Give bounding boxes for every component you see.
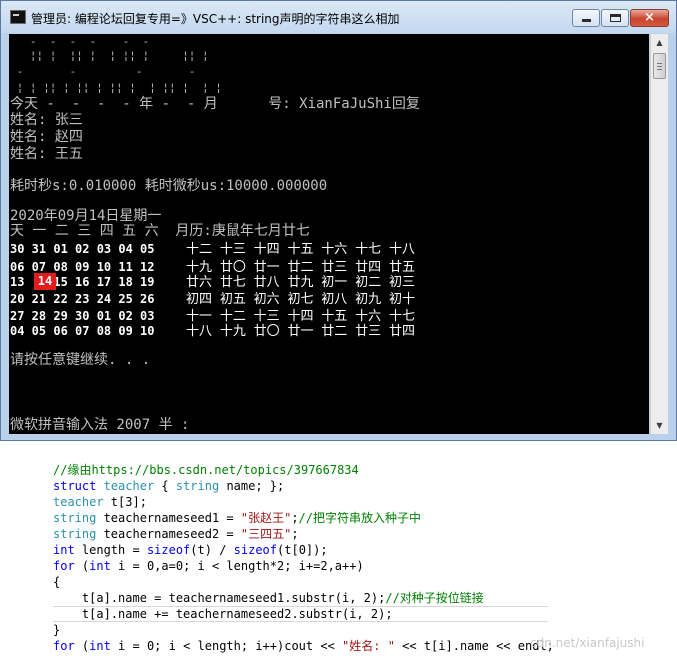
name-line: 姓名: 赵四	[10, 129, 83, 145]
banner-line: ¦¦ ¦ ¦¦ ¦ ¦ ¦¦ ¦ ¦¦ ¦	[10, 49, 209, 62]
close-icon: ×	[644, 10, 655, 25]
scroll-down-icon[interactable]: ▼	[651, 417, 668, 434]
console-window: 管理员: 编程论坛回复专用=》VSC++: string声明的字符串这么相加 ×…	[0, 0, 677, 441]
code-for-cout-line: for (int i = 0; i < length; i++)cout << …	[53, 639, 554, 653]
code-struct-line: struct teacher { string name; };	[53, 479, 285, 493]
timing-line: 耗时秒s:0.010000 耗时微秒us:10000.000000	[10, 178, 328, 194]
console-app-icon[interactable]	[10, 10, 26, 24]
minimize-button[interactable]	[572, 9, 600, 27]
banner-line: ¦ ¦ ¦¦ ¦ ¦¦ ¦ ¦¦ ¦ ¦ ¦¦ ¦ ¦ ¦	[10, 81, 222, 94]
press-any-key-prompt: 请按任意键继续. . .	[10, 352, 151, 368]
vertical-scrollbar[interactable]: ▲ ▼	[650, 34, 668, 434]
name-line: 姓名: 王五	[10, 146, 83, 162]
banner-line: - - - - - -	[10, 35, 150, 48]
calendar-row: 04 05 06 07 08 09 10	[10, 324, 155, 338]
calendar-lunar-row: 十八 十九 廿〇 廿一 廿二 廿三 廿四	[186, 324, 415, 339]
code-for-line: for (int i = 0,a=0; i < length*2; i+=2,a…	[53, 559, 364, 573]
code-seed2-line: string teachernameseed2 = "三四五";	[53, 527, 299, 541]
maximize-button[interactable]	[601, 9, 629, 27]
today-highlight: 14	[34, 273, 56, 290]
banner-line: - - - -	[10, 65, 196, 78]
calendar-lunar-row: 十二 十三 十四 十五 十六 十七 十八	[186, 242, 415, 257]
title-bar[interactable]: 管理员: 编程论坛回复专用=》VSC++: string声明的字符串这么相加 ×	[1, 1, 676, 33]
watermark: cdn.net/xianfajushi	[530, 636, 645, 650]
scroll-thumb[interactable]	[653, 53, 666, 79]
maximize-icon	[610, 14, 621, 22]
scroll-up-icon[interactable]: ▲	[651, 34, 668, 51]
code-open-brace: {	[53, 575, 61, 589]
code-length-line: int length = sizeof(t) / sizeof(t[0]);	[53, 543, 328, 557]
console-output[interactable]: - - - - - - ¦¦ ¦ ¦¦ ¦ ¦ ¦¦ ¦ ¦¦ ¦ - - - …	[9, 34, 649, 434]
window-title: 管理员: 编程论坛回复专用=》VSC++: string声明的字符串这么相加	[31, 12, 400, 26]
weekday-header: 天 一 二 三 四 五 六 月历:庚鼠年七月廿七	[10, 223, 310, 239]
code-close-brace: }	[53, 623, 61, 637]
close-button[interactable]: ×	[630, 9, 669, 27]
code-comment-line: //缘由https://bbs.csdn.net/topics/39766783…	[53, 463, 359, 477]
name-line: 姓名: 张三	[10, 112, 83, 128]
date-line: 今天 - - - - 年 - - 月 号: XianFaJuShi回复	[10, 96, 420, 112]
minimize-icon	[582, 19, 591, 22]
ime-status: 微软拼音输入法 2007 半 :	[10, 417, 190, 433]
code-body-line[interactable]: t[a].name += teachernameseed2.substr(i, …	[53, 606, 393, 622]
code-seed1-line: string teachernameseed1 = "张赵王";//把字符串放入…	[53, 511, 421, 525]
calendar-row: 30 31 01 02 03 04 05	[10, 242, 155, 256]
code-body-line: t[a].name = teachernameseed1.substr(i, 2…	[53, 591, 484, 605]
code-array-line: teacher t[3];	[53, 495, 147, 509]
